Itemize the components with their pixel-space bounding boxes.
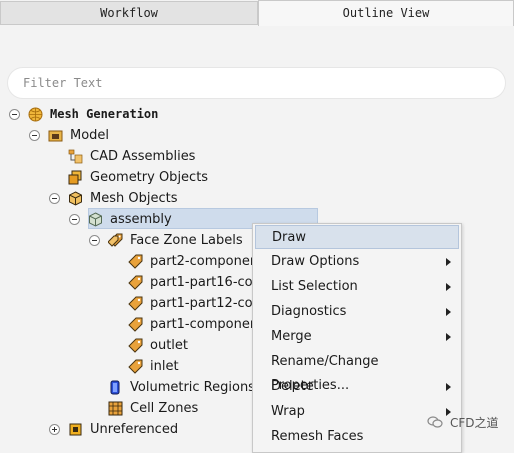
collapse-toggle[interactable] (9, 109, 20, 120)
menu-item-draw-options[interactable]: Draw Options (255, 250, 459, 274)
tree-item-cad-assemblies[interactable]: CAD Assemblies (0, 146, 300, 167)
collapse-toggle[interactable] (29, 130, 40, 141)
cad-assemblies-icon (68, 149, 83, 164)
menu-item-rename[interactable]: Rename/Change Properties... (255, 350, 459, 393)
menu-item-label: Remesh Faces (271, 429, 364, 444)
tree-label: Volumetric Regions (130, 380, 255, 395)
unreferenced-icon (69, 423, 82, 436)
tree-item-mesh-generation[interactable]: Mesh Generation (0, 104, 300, 125)
tree-item-volumetric-regions[interactable]: Volumetric Regions (0, 377, 260, 398)
tree-label: part1-componer (150, 317, 256, 332)
menu-item-delete[interactable]: Delete (255, 375, 459, 399)
tree-label: part1-part16-co (150, 275, 253, 290)
tree-item-zone[interactable]: part1-componer (0, 314, 260, 335)
geometry-objects-icon (68, 170, 82, 185)
tree-label: assembly (110, 212, 172, 227)
tree-item-zone[interactable]: part1-part12-co (0, 293, 260, 314)
menu-item-label: List Selection (271, 279, 358, 294)
submenu-arrow-icon (446, 258, 451, 266)
menu-item-label: Merge (271, 329, 312, 344)
tree-label: Model (70, 128, 110, 143)
label-tag-icon (128, 317, 143, 332)
cell-zones-icon (108, 401, 123, 416)
menu-item-label: Wrap (271, 404, 305, 419)
filter-text-input[interactable] (7, 67, 506, 99)
submenu-arrow-icon (446, 383, 451, 391)
tree-item-zone[interactable]: part2-componer (0, 251, 260, 272)
collapse-toggle[interactable] (49, 193, 60, 204)
menu-item-diagnostics[interactable]: Diagnostics (255, 300, 459, 324)
tree-label: outlet (150, 338, 188, 353)
model-icon (48, 130, 63, 142)
tree-item-zone[interactable]: inlet (0, 356, 260, 377)
tab-outline-view[interactable]: Outline View (258, 0, 514, 26)
tree-item-zone[interactable]: outlet (0, 335, 260, 356)
assembly-cube-icon (89, 212, 102, 227)
submenu-arrow-icon (446, 283, 451, 291)
tab-workflow[interactable]: Workflow (0, 1, 258, 25)
label-tags-icon (108, 233, 123, 247)
tree-label: Mesh Generation (50, 107, 159, 121)
globe-icon (28, 107, 43, 122)
tree-item-unreferenced[interactable]: Unreferenced (0, 419, 260, 440)
expand-toggle[interactable] (49, 424, 60, 435)
volumetric-regions-icon (110, 380, 120, 395)
menu-item-draw[interactable]: Draw (255, 225, 459, 249)
submenu-arrow-icon (446, 308, 451, 316)
tab-bar: Workflow Outline View (0, 0, 514, 26)
tree-label: Face Zone Labels (130, 233, 243, 248)
menu-item-merge[interactable]: Merge (255, 325, 459, 349)
tree-item-zone[interactable]: part1-part16-co (0, 272, 260, 293)
collapse-toggle[interactable] (69, 214, 80, 225)
mesh-objects-icon (69, 191, 82, 206)
tree-label: part1-part12-co (150, 296, 253, 311)
menu-item-label: Draw Options (271, 254, 360, 269)
label-tag-icon (128, 254, 143, 269)
menu-item-label: Draw (272, 230, 306, 245)
tree-label: Geometry Objects (90, 170, 209, 185)
tree-label: Mesh Objects (90, 191, 178, 206)
label-tag-icon (128, 275, 143, 290)
watermark-text: CFD之道 (450, 416, 499, 430)
label-tag-icon (128, 296, 143, 311)
tree-label: Unreferenced (90, 422, 179, 437)
menu-item-list-selection[interactable]: List Selection (255, 275, 459, 299)
label-tag-icon (128, 338, 143, 353)
tree-label: Cell Zones (130, 401, 199, 416)
menu-item-label: Delete (271, 379, 314, 394)
submenu-arrow-icon (446, 333, 451, 341)
tree-item-cell-zones[interactable]: Cell Zones (0, 398, 260, 419)
menu-item-label: Diagnostics (271, 304, 347, 319)
label-tag-icon (128, 359, 143, 374)
tree-item-model[interactable]: Model (0, 125, 300, 146)
collapse-toggle[interactable] (89, 235, 100, 246)
tree-label: inlet (150, 359, 179, 374)
tree-item-geometry-objects[interactable]: Geometry Objects (0, 167, 300, 188)
tree-label: part2-componer (150, 254, 256, 269)
tree-item-mesh-objects[interactable]: Mesh Objects (0, 188, 300, 209)
tree-label: CAD Assemblies (90, 149, 196, 164)
wechat-logo-icon (427, 416, 443, 428)
